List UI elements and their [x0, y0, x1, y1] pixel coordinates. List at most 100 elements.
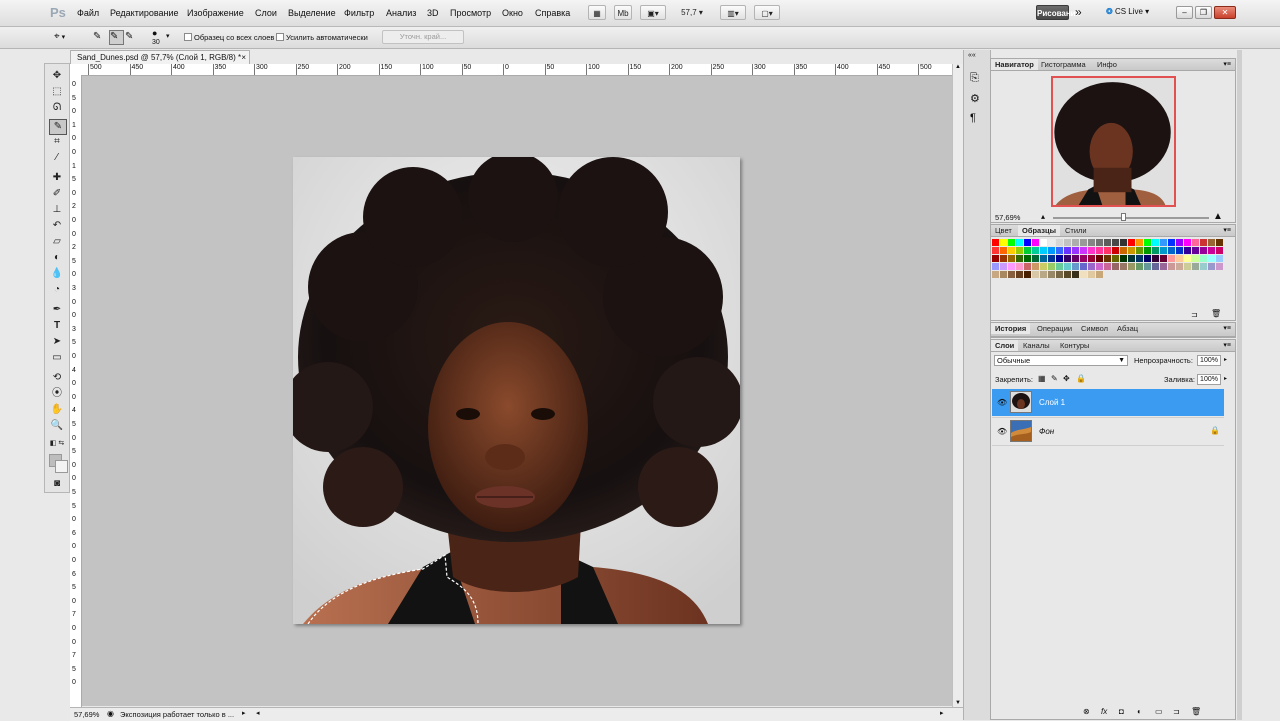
color-swatch[interactable]: [1144, 239, 1151, 246]
color-swatch[interactable]: [1200, 255, 1207, 262]
menu-edit[interactable]: Редактирование: [110, 8, 179, 18]
color-swatch[interactable]: [1128, 247, 1135, 254]
color-swatch[interactable]: [1136, 263, 1143, 270]
move-tool-icon[interactable]: ✥: [49, 69, 65, 83]
color-swatch[interactable]: [1056, 239, 1063, 246]
new-selection-button[interactable]: ✎: [93, 31, 106, 44]
navigator-zoom-value[interactable]: 57,69%: [995, 213, 1020, 222]
zoom-tool-icon[interactable]: 🔍: [49, 419, 65, 433]
add-to-selection-button[interactable]: ✎: [109, 30, 124, 45]
delete-layer-icon[interactable]: 🗑: [1191, 707, 1201, 716]
color-swatch[interactable]: [1176, 255, 1183, 262]
color-swatch[interactable]: [1048, 263, 1055, 270]
color-swatch[interactable]: [1088, 263, 1095, 270]
scroll-down-icon[interactable]: ▼: [955, 700, 961, 706]
navigator-thumbnail[interactable]: [1051, 76, 1176, 207]
color-swatch[interactable]: [1176, 247, 1183, 254]
new-layer-icon[interactable]: ⊐: [1173, 707, 1180, 716]
hand-tool-icon[interactable]: ✋: [49, 403, 65, 417]
color-swatch[interactable]: [992, 271, 999, 278]
color-swatch[interactable]: [1184, 247, 1191, 254]
color-swatch[interactable]: [1096, 263, 1103, 270]
blur-tool-icon[interactable]: 💧: [49, 267, 65, 281]
color-swatch[interactable]: [1168, 239, 1175, 246]
arrange-documents-button[interactable]: ▥▾: [720, 5, 746, 20]
tab-histogram[interactable]: Гистограмма: [1037, 59, 1090, 70]
color-swatch[interactable]: [1064, 271, 1071, 278]
dock-actions-icon[interactable]: ⚙: [970, 92, 980, 105]
color-swatch[interactable]: [1136, 239, 1143, 246]
color-swatch[interactable]: [1176, 263, 1183, 270]
view-extras-button[interactable]: ▣▾: [640, 5, 666, 20]
color-swatch[interactable]: [1144, 263, 1151, 270]
color-swatch[interactable]: [1024, 263, 1031, 270]
layer-row[interactable]: 👁 Фон 🔒: [992, 417, 1224, 446]
layer-mask-icon[interactable]: ◘: [1119, 707, 1124, 716]
lock-position-icon[interactable]: ✥: [1063, 374, 1070, 383]
tab-actions[interactable]: Операции: [1033, 323, 1076, 334]
link-layers-icon[interactable]: ⊗: [1083, 707, 1090, 716]
close-document-icon[interactable]: ×: [241, 51, 246, 64]
healing-brush-tool-icon[interactable]: ✚: [49, 171, 65, 185]
brush-picker[interactable]: ● 30 ▾: [150, 28, 174, 48]
color-swatch[interactable]: [992, 239, 999, 246]
menu-analysis[interactable]: Анализ: [386, 8, 416, 18]
color-swatch[interactable]: [1152, 263, 1159, 270]
mini-bridge-button[interactable]: Mb: [614, 5, 632, 20]
tab-paragraph[interactable]: Абзац: [1113, 323, 1142, 334]
screen-mode-button[interactable]: ▢▾: [754, 5, 780, 20]
menu-window[interactable]: Окно: [502, 8, 523, 18]
color-swatch[interactable]: [1008, 239, 1015, 246]
color-swatch[interactable]: [1088, 239, 1095, 246]
visibility-eye-icon[interactable]: 👁: [997, 427, 1007, 436]
type-tool-icon[interactable]: T: [49, 319, 65, 333]
color-swatch[interactable]: [1216, 255, 1223, 262]
menu-file[interactable]: Файл: [77, 8, 99, 18]
dock-history-icon[interactable]: ⎘: [970, 72, 979, 85]
more-workspaces-button[interactable]: »: [1075, 5, 1082, 19]
color-swatch[interactable]: [1016, 247, 1023, 254]
scroll-right-icon[interactable]: ▸: [940, 709, 944, 717]
color-swatch[interactable]: [1192, 255, 1199, 262]
color-swatch[interactable]: [1152, 255, 1159, 262]
color-swatch[interactable]: [1208, 247, 1215, 254]
color-swatch[interactable]: [1120, 247, 1127, 254]
tab-color[interactable]: Цвет: [991, 225, 1016, 236]
crop-tool-icon[interactable]: ⌗: [49, 135, 65, 149]
color-swatch[interactable]: [1120, 239, 1127, 246]
color-swatch[interactable]: [1200, 263, 1207, 270]
marquee-tool-icon[interactable]: ⬚: [49, 85, 65, 99]
color-swatch[interactable]: [1080, 239, 1087, 246]
color-swatch[interactable]: [1112, 263, 1119, 270]
clone-stamp-tool-icon[interactable]: ⊥: [49, 203, 65, 217]
workspace-button[interactable]: Рисования: [1036, 5, 1080, 20]
auto-enhance-checkbox[interactable]: [276, 33, 284, 41]
fill-arrow-icon[interactable]: ▸: [1224, 375, 1227, 382]
status-menu-icon[interactable]: ▸: [242, 709, 246, 717]
color-swatch[interactable]: [1008, 247, 1015, 254]
menu-layers[interactable]: Слои: [255, 8, 277, 18]
shape-tool-icon[interactable]: ▭: [49, 351, 65, 365]
color-swatch[interactable]: [1168, 263, 1175, 270]
lock-pixels-icon[interactable]: ✎: [1051, 374, 1058, 383]
color-swatch[interactable]: [1104, 239, 1111, 246]
color-swatch[interactable]: [1064, 263, 1071, 270]
navigator-zoom-slider[interactable]: [1053, 217, 1209, 219]
blend-mode-select[interactable]: Обычные ▼: [994, 355, 1128, 366]
color-swatch[interactable]: [1032, 239, 1039, 246]
color-swatch[interactable]: [1072, 247, 1079, 254]
color-swatch[interactable]: [1208, 263, 1215, 270]
panel-menu-icon[interactable]: ▾≡: [1223, 60, 1231, 68]
zoom-in-icon[interactable]: ▲: [1213, 211, 1223, 222]
color-swatch[interactable]: [1032, 271, 1039, 278]
panel-menu-icon[interactable]: ▾≡: [1223, 226, 1231, 234]
tab-styles[interactable]: Стили: [1061, 225, 1091, 236]
color-swatch[interactable]: [1120, 263, 1127, 270]
color-swatch[interactable]: [1064, 255, 1071, 262]
brush-tool-icon[interactable]: ✐: [49, 187, 65, 201]
color-swatch[interactable]: [1104, 255, 1111, 262]
adjustment-layer-icon[interactable]: ◐: [1137, 707, 1142, 716]
color-swatch[interactable]: [1096, 247, 1103, 254]
color-swatch[interactable]: [1072, 263, 1079, 270]
tab-info[interactable]: Инфо: [1093, 59, 1121, 70]
